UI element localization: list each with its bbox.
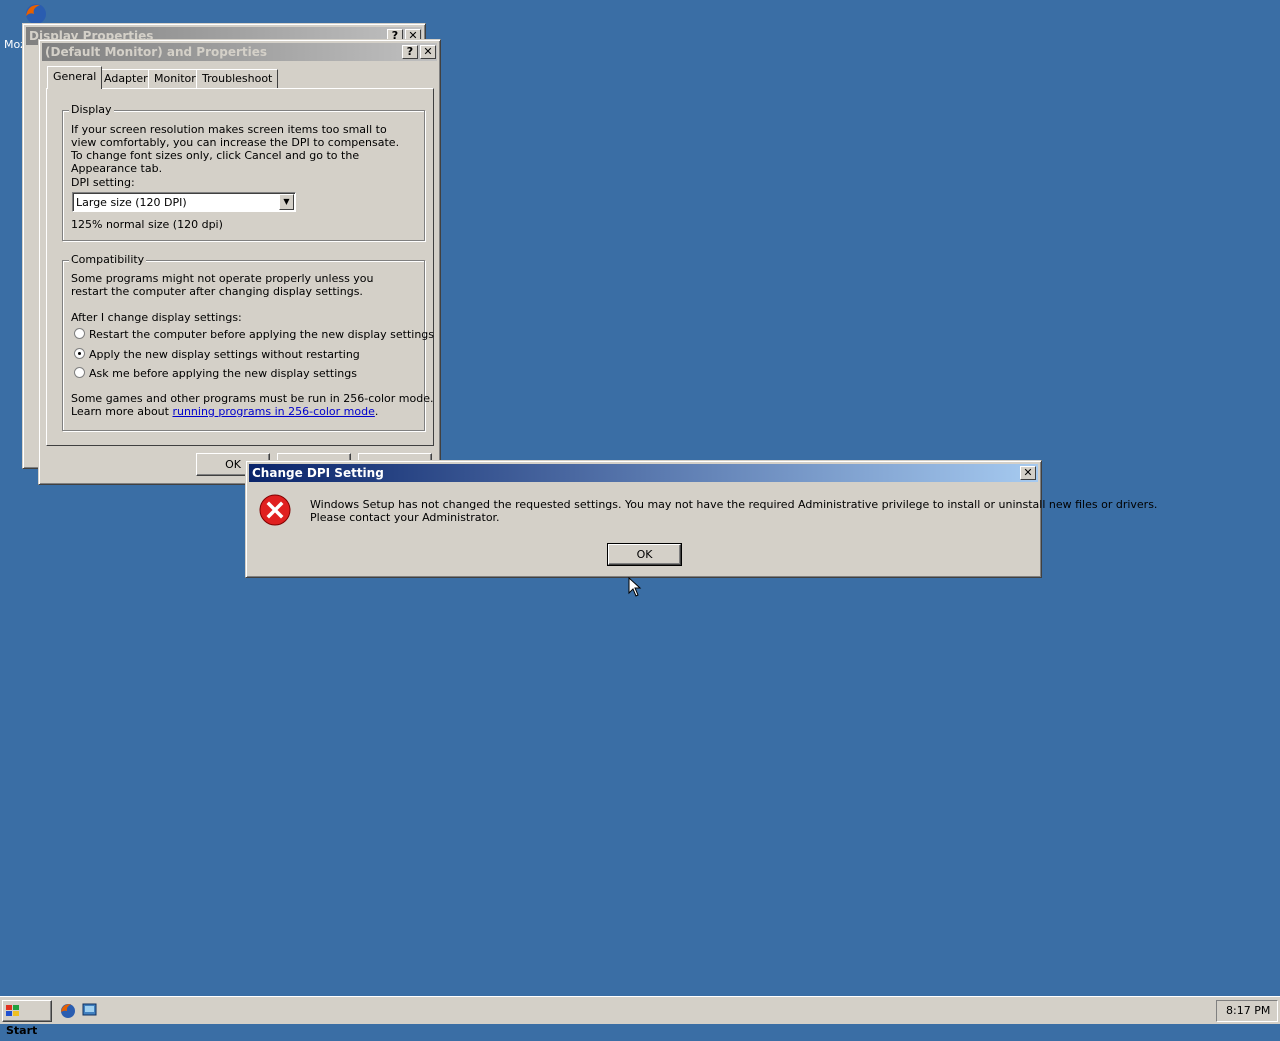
start-label: Start xyxy=(6,1024,38,1037)
dpi-note: 125% normal size (120 dpi) xyxy=(71,218,223,231)
radio-ask-me[interactable] xyxy=(74,367,85,378)
windows-logo-icon xyxy=(6,1005,19,1016)
show-desktop-icon[interactable] xyxy=(82,1002,98,1018)
dpi-setting-dropdown[interactable]: Large size (120 DPI) ▼ xyxy=(72,192,296,212)
dialog-ok-button[interactable]: OK xyxy=(607,543,682,566)
dialog-message-line1: Windows Setup has not changed the reques… xyxy=(310,498,1158,511)
display-description: If your screen resolution makes screen i… xyxy=(71,123,400,175)
dpi-setting-value: Large size (120 DPI) xyxy=(76,196,187,209)
mouse-cursor-icon xyxy=(628,577,642,597)
close-button[interactable]: ✕ xyxy=(1020,466,1036,480)
compat-description: Some programs might not operate properly… xyxy=(71,272,374,298)
radio-apply-label[interactable]: Apply the new display settings without r… xyxy=(89,348,360,361)
tab-adapter[interactable]: Adapter xyxy=(98,69,154,88)
tab-general[interactable]: General xyxy=(47,66,103,89)
group-legend: Display xyxy=(69,103,114,116)
clock[interactable]: 8:17 PM xyxy=(1226,1004,1270,1017)
learn-more-suffix: . xyxy=(374,405,379,418)
after-change-label: After I change display settings: xyxy=(71,311,242,324)
radio-restart[interactable] xyxy=(74,328,85,339)
system-tray: 8:17 PM xyxy=(1216,1000,1278,1022)
firefox-quicklaunch-icon[interactable] xyxy=(59,1002,77,1020)
chevron-down-icon[interactable]: ▼ xyxy=(279,194,294,210)
change-dpi-dialog: Change DPI Setting ✕ Windows Setup has n… xyxy=(245,460,1157,578)
start-button[interactable]: Start xyxy=(2,1000,52,1037)
dialog-title: Change DPI Setting xyxy=(252,466,384,480)
dpi-setting-label: DPI setting: xyxy=(71,176,135,189)
learn-more-prefix: Learn more about xyxy=(71,405,173,418)
group-legend: Compatibility xyxy=(69,253,147,266)
dialog-message-line2: Please contact your Administrator. xyxy=(310,511,500,524)
monitor-properties-titlebar[interactable]: (Default Monitor) and Properties ? ✕ xyxy=(42,43,437,61)
tab-troubleshoot[interactable]: Troubleshoot xyxy=(196,69,279,88)
close-button[interactable]: ✕ xyxy=(420,45,436,59)
color-mode-link[interactable]: running programs in 256-color mode xyxy=(172,405,374,418)
error-icon xyxy=(259,494,291,526)
help-button[interactable]: ? xyxy=(402,45,418,59)
games-text: Some games and other programs must be ru… xyxy=(71,392,434,405)
learn-more-line: Learn more about running programs in 256… xyxy=(71,405,378,418)
window-title: (Default Monitor) and Properties xyxy=(45,45,268,59)
taskbar: Start 8:17 PM xyxy=(0,996,1280,1037)
radio-restart-label[interactable]: Restart the computer before applying the… xyxy=(89,328,434,341)
radio-ask-label[interactable]: Ask me before applying the new display s… xyxy=(89,367,357,380)
tab-monitor[interactable]: Monitor xyxy=(148,69,202,88)
radio-apply-without-restart[interactable] xyxy=(74,348,85,359)
dialog-titlebar[interactable]: Change DPI Setting ✕ xyxy=(249,464,1038,482)
